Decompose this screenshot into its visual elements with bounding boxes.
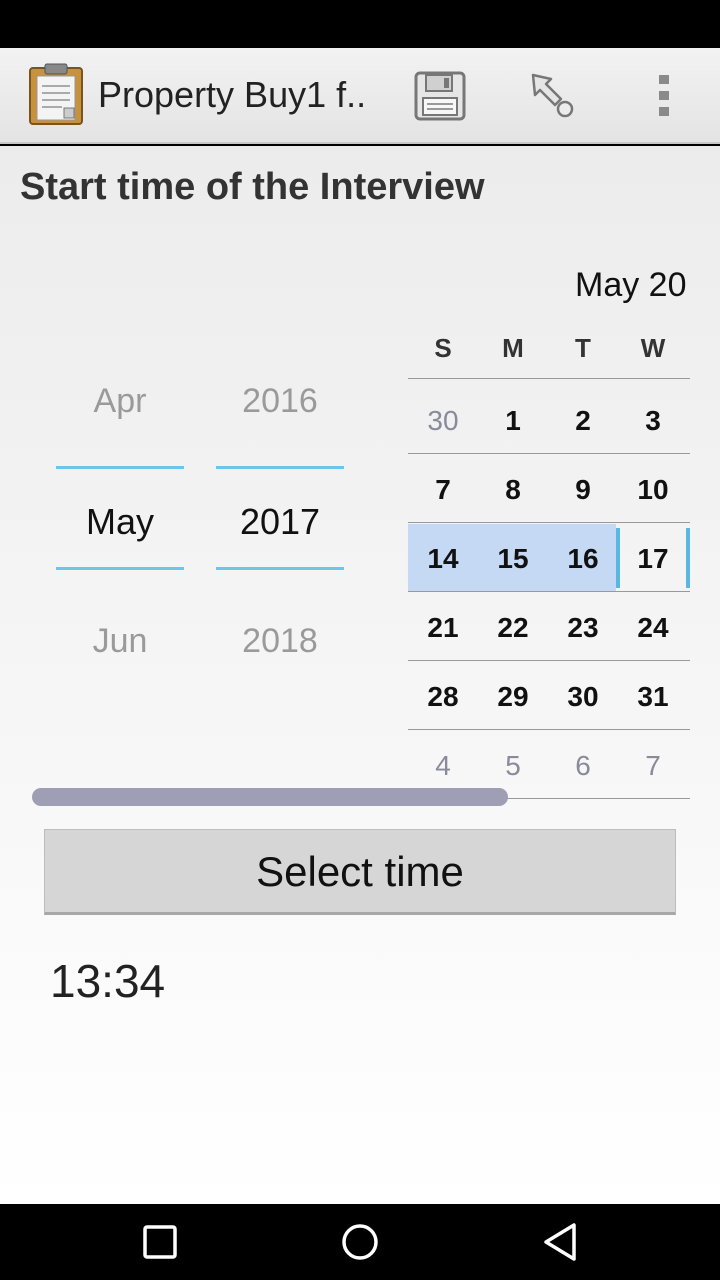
navigation-bar: [0, 1204, 720, 1280]
calendar-day[interactable]: 30: [553, 681, 613, 713]
calendar-day[interactable]: 6: [553, 750, 613, 782]
calendar-day[interactable]: 30: [413, 405, 473, 437]
calendar-day[interactable]: 9: [553, 474, 613, 506]
select-time-button[interactable]: Select time: [44, 829, 676, 915]
calendar-day[interactable]: 1: [483, 405, 543, 437]
calendar-divider: [408, 378, 690, 379]
calendar-day[interactable]: 31: [623, 681, 683, 713]
goto-icon: [531, 73, 574, 118]
calendar-month-title: May 20: [575, 266, 687, 304]
calendar-day[interactable]: 7: [413, 474, 473, 506]
recents-icon: [143, 1225, 177, 1259]
recents-button[interactable]: [120, 1214, 200, 1270]
form-content: Start time of the Interview Apr May Jun …: [0, 146, 720, 1204]
calendar-day[interactable]: 7: [623, 750, 683, 782]
calendar-day[interactable]: 21: [413, 612, 473, 644]
calendar-divider: [408, 591, 690, 592]
status-bar: [0, 0, 720, 48]
back-icon: [544, 1223, 576, 1261]
month-prev[interactable]: Apr: [56, 382, 184, 421]
calendar-day[interactable]: 22: [483, 612, 543, 644]
action-bar: Property Buy1 f..: [0, 48, 720, 144]
calendar-day[interactable]: 4: [413, 750, 473, 782]
calendar-day[interactable]: 23: [553, 612, 613, 644]
calendar-day[interactable]: 16: [553, 543, 613, 575]
calendar-day[interactable]: 29: [483, 681, 543, 713]
calendar-divider: [408, 660, 690, 661]
year-prev[interactable]: 2016: [216, 382, 344, 421]
calendar-day[interactable]: 14: [413, 543, 473, 575]
home-icon: [342, 1224, 378, 1260]
calendar-day[interactable]: 15: [483, 543, 543, 575]
overflow-menu-button[interactable]: [626, 62, 702, 130]
calendar-day[interactable]: 24: [623, 612, 683, 644]
weekday-header: T: [575, 333, 591, 363]
question-label: Start time of the Interview: [20, 166, 485, 208]
horizontal-scrollbar[interactable]: [32, 788, 508, 806]
month-current[interactable]: May: [56, 501, 184, 543]
calendar-day-selected[interactable]: 17: [623, 543, 683, 575]
year-current[interactable]: 2017: [216, 501, 344, 543]
calendar-day[interactable]: 5: [483, 750, 543, 782]
month-next[interactable]: Jun: [56, 622, 184, 661]
clipboard-icon: [28, 62, 86, 126]
calendar-day[interactable]: 8: [483, 474, 543, 506]
calendar-divider: [408, 453, 690, 454]
weekday-header: S: [434, 333, 452, 363]
year-next[interactable]: 2018: [216, 622, 344, 661]
save-button[interactable]: [402, 62, 478, 130]
selected-day-marker-right: [686, 528, 690, 588]
goto-button[interactable]: [514, 62, 590, 130]
back-button[interactable]: [520, 1214, 600, 1270]
weekday-header: W: [640, 333, 666, 363]
calendar-day[interactable]: 2: [553, 405, 613, 437]
calendar-day[interactable]: 28: [413, 681, 473, 713]
selected-day-marker-left: [616, 528, 620, 588]
overflow-menu-icon: [659, 75, 669, 116]
month-divider-bottom: [56, 567, 184, 570]
year-divider-top: [216, 466, 344, 469]
home-button[interactable]: [320, 1214, 400, 1270]
calendar-day[interactable]: 3: [623, 405, 683, 437]
month-divider-top: [56, 466, 184, 469]
save-icon: [414, 71, 466, 121]
calendar-day[interactable]: 10: [623, 474, 683, 506]
app-title: Property Buy1 f..: [98, 74, 367, 115]
selected-time-value: 13:34: [50, 955, 166, 1007]
calendar-divider: [408, 522, 690, 523]
weekday-header: M: [502, 333, 524, 363]
calendar-divider: [408, 729, 690, 730]
year-divider-bottom: [216, 567, 344, 570]
